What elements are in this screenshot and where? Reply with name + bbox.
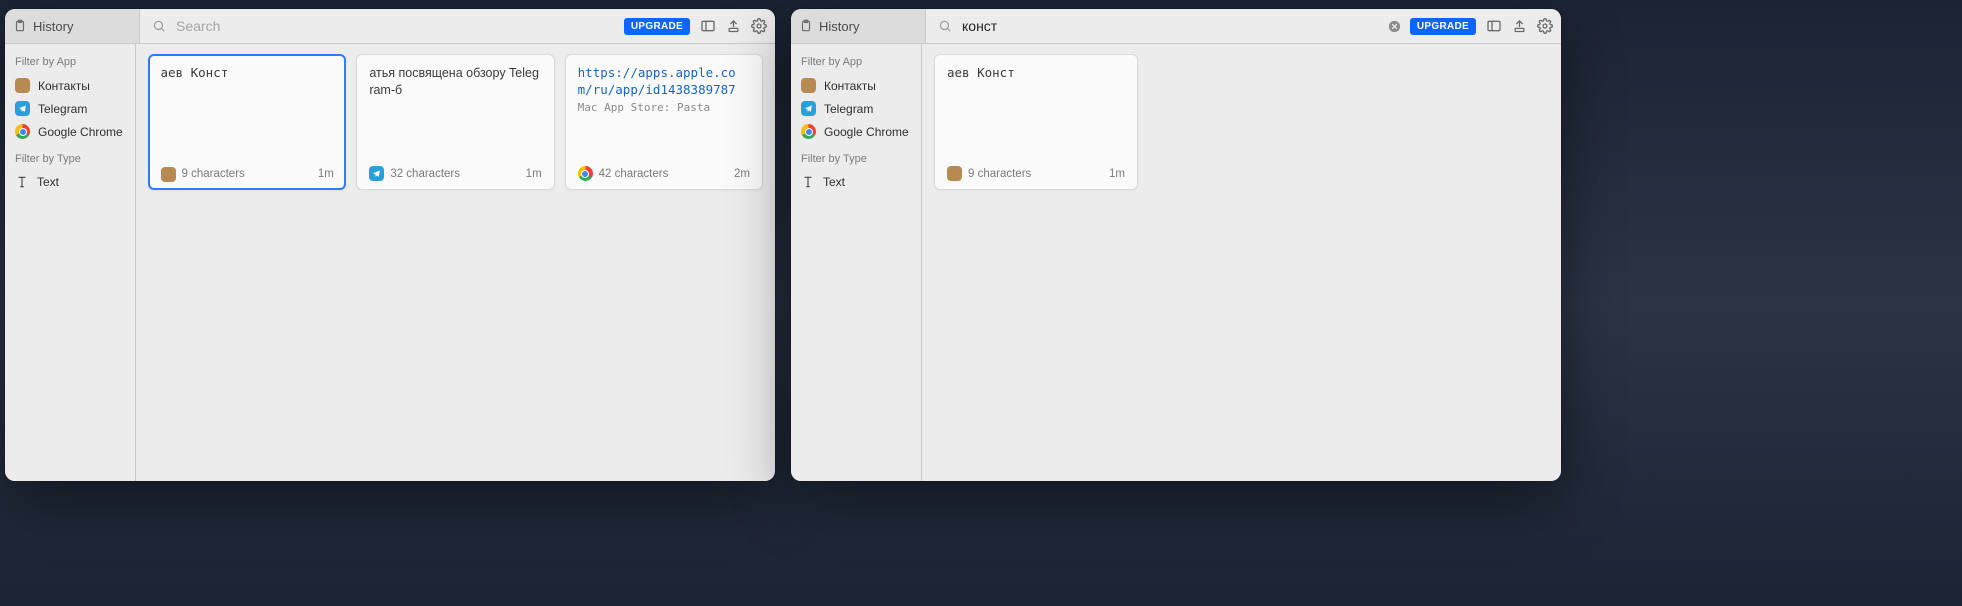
clip-age: 1m [318, 168, 334, 180]
clip-text: атья посвящена обзору Telegram-б [369, 65, 541, 160]
sidebar-item-label: Google Chrome [38, 125, 123, 139]
content-area: аев Конст 9 characters 1m [922, 44, 1561, 481]
history-label: History [33, 19, 73, 34]
contacts-icon [801, 78, 816, 93]
filter-by-app-label: Filter by App [15, 56, 125, 68]
search-icon [152, 19, 166, 33]
sidebar-item-label: Telegram [824, 102, 873, 116]
pasta-window-right: History UPGRADE [791, 9, 1561, 481]
chrome-icon [801, 124, 816, 139]
clip-age: 1m [1109, 168, 1125, 180]
sidebar-item-telegram[interactable]: Telegram [797, 97, 915, 120]
clip-age: 2m [734, 168, 750, 180]
pin-icon[interactable] [726, 19, 741, 34]
clip-card[interactable]: аев Конст 9 characters 1m [934, 54, 1138, 190]
clip-card[interactable]: аев Конст 9 characters 1m [148, 54, 346, 190]
clip-link: https://apps.apple.com/ru/app/id14383897… [578, 65, 736, 97]
sidebar-item-label: Google Chrome [824, 125, 909, 139]
search-input[interactable] [174, 14, 616, 38]
gear-icon[interactable] [751, 18, 767, 34]
clear-search-icon[interactable] [1387, 19, 1402, 34]
clip-text: аев Конст [161, 65, 334, 161]
clip-card[interactable]: https://apps.apple.com/ru/app/id14383897… [565, 54, 763, 190]
search-input[interactable] [960, 14, 1379, 38]
clip-footer: 42 characters 2m [578, 166, 750, 181]
sidebar-item-contacts[interactable]: Контакты [11, 74, 129, 97]
sidebar-item-label: Text [823, 175, 845, 189]
sidebar-item-chrome[interactable]: Google Chrome [11, 120, 129, 143]
sidebar-item-contacts[interactable]: Контакты [797, 74, 915, 97]
chrome-icon [15, 124, 30, 139]
sidebar-item-type-text[interactable]: Text [11, 171, 129, 193]
sidebar-item-type-text[interactable]: Text [797, 171, 915, 193]
clip-age: 1m [526, 168, 542, 180]
toolbar-right: UPGRADE [926, 9, 1561, 43]
filter-by-type-label: Filter by Type [15, 153, 125, 165]
contacts-icon [15, 78, 30, 93]
telegram-icon [801, 101, 816, 116]
toolbar-history-tab[interactable]: History [791, 9, 926, 43]
filter-by-app-label: Filter by App [801, 56, 911, 68]
upgrade-button[interactable]: UPGRADE [1410, 18, 1476, 35]
clipboard-icon [13, 19, 27, 33]
pin-icon[interactable] [1512, 19, 1527, 34]
sidebar: Filter by App Контакты Telegram Google C… [791, 44, 922, 481]
sidebar-item-label: Контакты [824, 79, 876, 93]
contacts-icon [947, 166, 962, 181]
clip-text: https://apps.apple.com/ru/app/id14383897… [578, 65, 750, 160]
gear-icon[interactable] [1537, 18, 1553, 34]
text-type-icon [801, 175, 815, 189]
search-icon [938, 19, 952, 33]
clip-meta: 9 characters [182, 168, 245, 180]
clip-card[interactable]: атья посвящена обзору Telegram-б 32 char… [356, 54, 554, 190]
clip-footer: 32 characters 1m [369, 166, 541, 181]
clip-footer: 9 characters 1m [947, 166, 1125, 181]
toolbar: History UPGRADE [791, 9, 1561, 44]
pasta-window-left: History UPGRADE [5, 9, 775, 481]
content-area: аев Конст 9 characters 1m атья посвящена… [136, 44, 775, 481]
text-type-icon [15, 175, 29, 189]
sidebar-item-label: Text [37, 175, 59, 189]
sidebar: Filter by App Контакты Telegram Google C… [5, 44, 136, 481]
clip-meta: 32 characters [390, 168, 460, 180]
sidebar-item-chrome[interactable]: Google Chrome [797, 120, 915, 143]
sidebar-item-telegram[interactable]: Telegram [11, 97, 129, 120]
telegram-icon [15, 101, 30, 116]
telegram-icon [369, 166, 384, 181]
sidebar-item-label: Telegram [38, 102, 87, 116]
toolbar-right: UPGRADE [140, 9, 775, 43]
toolbar: History UPGRADE [5, 9, 775, 44]
clip-text: аев Конст [947, 65, 1125, 160]
clip-meta: 9 characters [968, 168, 1031, 180]
sidebar-toggle-icon[interactable] [700, 18, 716, 34]
contacts-icon [161, 167, 176, 182]
history-label: History [819, 19, 859, 34]
clip-footer: 9 characters 1m [161, 167, 334, 182]
toolbar-history-tab[interactable]: History [5, 9, 140, 43]
sidebar-item-label: Контакты [38, 79, 90, 93]
clip-meta: 42 characters [599, 168, 669, 180]
upgrade-button[interactable]: UPGRADE [624, 18, 690, 35]
clip-subtitle: Mac App Store: Pasta [578, 101, 750, 116]
chrome-icon [578, 166, 593, 181]
clipboard-icon [799, 19, 813, 33]
filter-by-type-label: Filter by Type [801, 153, 911, 165]
sidebar-toggle-icon[interactable] [1486, 18, 1502, 34]
